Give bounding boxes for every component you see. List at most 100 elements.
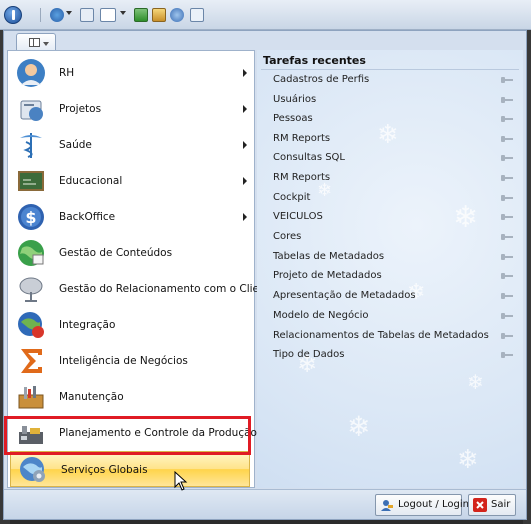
quick-access-toolbar bbox=[0, 0, 531, 30]
snowflake-decoration: ❄ bbox=[457, 445, 479, 475]
logout-icon bbox=[381, 500, 393, 511]
pin-icon[interactable] bbox=[501, 193, 513, 203]
globe-icon[interactable] bbox=[50, 8, 64, 22]
pin-icon[interactable] bbox=[501, 271, 513, 281]
menu-item-saude[interactable]: Saúde bbox=[9, 127, 253, 163]
menu-item-label: Educacional bbox=[59, 175, 123, 187]
recent-task-label: Cockpit bbox=[273, 192, 311, 203]
pin-icon[interactable] bbox=[501, 75, 513, 85]
pin-icon[interactable] bbox=[501, 252, 513, 262]
menu-body: RH Projetos Saúde Educacional $ BackOffi… bbox=[7, 50, 523, 488]
recent-task-item[interactable]: Cockpit bbox=[261, 188, 515, 208]
global-services-icon bbox=[20, 457, 45, 482]
recent-task-item[interactable]: Pessoas bbox=[261, 109, 515, 129]
sigma-icon bbox=[21, 349, 42, 373]
menu-item-rh[interactable]: RH bbox=[9, 55, 253, 91]
recent-task-item[interactable]: Modelo de Negócio bbox=[261, 306, 515, 326]
screen-icon[interactable] bbox=[100, 8, 116, 22]
menu-item-label: Gestão do Relacionamento com o Cliente bbox=[59, 283, 277, 295]
logout-login-button[interactable]: Logout / Login bbox=[375, 494, 469, 516]
recent-task-item[interactable]: VEICULOS bbox=[261, 207, 515, 227]
recent-task-item[interactable]: RM Reports bbox=[261, 168, 515, 188]
svg-text:$: $ bbox=[25, 208, 36, 227]
recent-task-label: Usuários bbox=[273, 94, 317, 105]
mouse-cursor-icon bbox=[174, 471, 188, 491]
recent-task-item[interactable]: Apresentação de Metadados bbox=[261, 286, 515, 306]
recent-task-item[interactable]: Cadastros de Perfis bbox=[261, 70, 515, 90]
toolbar-separator bbox=[40, 8, 41, 22]
menu-item-manutencao[interactable]: Manutenção bbox=[9, 379, 253, 415]
menu-item-gestao-relacionamento[interactable]: Gestão do Relacionamento com o Cliente bbox=[9, 271, 276, 307]
snowflake-decoration: ❄ bbox=[467, 370, 484, 394]
recent-task-item[interactable]: Cores bbox=[261, 227, 515, 247]
tools-icon[interactable] bbox=[152, 8, 166, 22]
menu-item-integracao[interactable]: Integração bbox=[9, 307, 253, 343]
menu-item-educacional[interactable]: Educacional bbox=[9, 163, 253, 199]
pin-icon[interactable] bbox=[501, 173, 513, 183]
recent-task-item[interactable]: RM Reports bbox=[261, 129, 515, 149]
menu-item-servicos-globais[interactable]: Serviços Globais bbox=[10, 451, 250, 487]
pin-icon[interactable] bbox=[501, 331, 513, 341]
crm-satellite-icon bbox=[19, 277, 43, 302]
recent-task-item[interactable]: Tipo de Dados bbox=[261, 345, 515, 365]
pin-icon[interactable] bbox=[501, 134, 513, 144]
content-globe-icon bbox=[18, 240, 44, 266]
windows-icon[interactable] bbox=[190, 8, 204, 22]
window-icon[interactable] bbox=[80, 8, 94, 22]
menu-item-inteligencia-negocios[interactable]: Inteligência de Negócios bbox=[9, 343, 253, 379]
dollar-icon: $ bbox=[18, 204, 44, 230]
exit-label: Sair bbox=[491, 499, 511, 510]
chalkboard-icon bbox=[18, 171, 44, 191]
submenu-arrow-icon bbox=[243, 213, 247, 221]
application-menu: RH Projetos Saúde Educacional $ BackOffi… bbox=[3, 30, 527, 520]
menu-item-label: Saúde bbox=[59, 139, 92, 151]
menu-item-label: BackOffice bbox=[59, 211, 116, 223]
chevron-down-icon[interactable] bbox=[120, 11, 126, 15]
caduceus-icon bbox=[20, 133, 42, 158]
menu-item-label: Serviços Globais bbox=[61, 464, 148, 476]
recent-task-item[interactable]: Usuários bbox=[261, 90, 515, 110]
recent-task-item[interactable]: Consultas SQL bbox=[261, 148, 515, 168]
production-icon bbox=[19, 426, 43, 444]
menu-item-label: Planejamento e Controle da Produção bbox=[59, 427, 257, 439]
recent-task-label: RM Reports bbox=[273, 172, 331, 183]
recent-task-label: Cadastros de Perfis bbox=[273, 74, 370, 85]
app-orb-button[interactable] bbox=[4, 6, 22, 24]
projects-icon bbox=[20, 100, 43, 121]
menu-item-backoffice[interactable]: $ BackOffice bbox=[9, 199, 253, 235]
menu-item-label: Integração bbox=[59, 319, 116, 331]
menu-item-gestao-conteudos[interactable]: Gestão de Conteúdos bbox=[9, 235, 253, 271]
toolbox-icon bbox=[18, 386, 44, 409]
close-icon bbox=[473, 498, 487, 512]
recent-task-label: VEICULOS bbox=[273, 211, 323, 222]
recent-task-label: Tipo de Dados bbox=[273, 349, 345, 360]
pin-icon[interactable] bbox=[501, 212, 513, 222]
exit-button[interactable]: Sair bbox=[468, 494, 516, 516]
pin-icon[interactable] bbox=[501, 114, 513, 124]
menu-item-projetos[interactable]: Projetos bbox=[9, 91, 253, 127]
pin-icon[interactable] bbox=[501, 311, 513, 321]
snowflake-decoration: ❄ bbox=[347, 410, 371, 443]
pin-icon[interactable] bbox=[501, 153, 513, 163]
recent-task-label: Tabelas de Metadados bbox=[273, 251, 385, 262]
recent-task-item[interactable]: Tabelas de Metadados bbox=[261, 247, 515, 267]
recent-task-item[interactable]: Projeto de Metadados bbox=[261, 266, 515, 286]
grid-icon bbox=[29, 38, 40, 47]
chevron-down-icon[interactable] bbox=[66, 11, 72, 15]
pin-icon[interactable] bbox=[501, 350, 513, 360]
menu-tab[interactable] bbox=[16, 33, 56, 51]
submenu-arrow-icon bbox=[243, 177, 247, 185]
run-icon[interactable] bbox=[134, 8, 148, 22]
recent-task-item[interactable]: Relacionamentos de Tabelas de Metadados bbox=[261, 326, 515, 346]
pin-icon[interactable] bbox=[501, 291, 513, 301]
recent-task-label: Cores bbox=[273, 231, 302, 242]
help-globe-icon[interactable] bbox=[170, 8, 184, 22]
pin-icon[interactable] bbox=[501, 232, 513, 242]
recent-task-label: Consultas SQL bbox=[273, 152, 345, 163]
menu-item-planejamento-producao[interactable]: Planejamento e Controle da Produção bbox=[9, 415, 257, 451]
menu-footer: Logout / Login Sair bbox=[4, 489, 526, 519]
submenu-arrow-icon bbox=[243, 141, 247, 149]
recent-task-label: Projeto de Metadados bbox=[273, 270, 382, 281]
pin-icon[interactable] bbox=[501, 95, 513, 105]
recent-tasks-panel: ❄ ❄ ❄ ❄ ❄ ❄ ❄ ❄ Tarefas recentes Cadastr… bbox=[257, 50, 523, 488]
